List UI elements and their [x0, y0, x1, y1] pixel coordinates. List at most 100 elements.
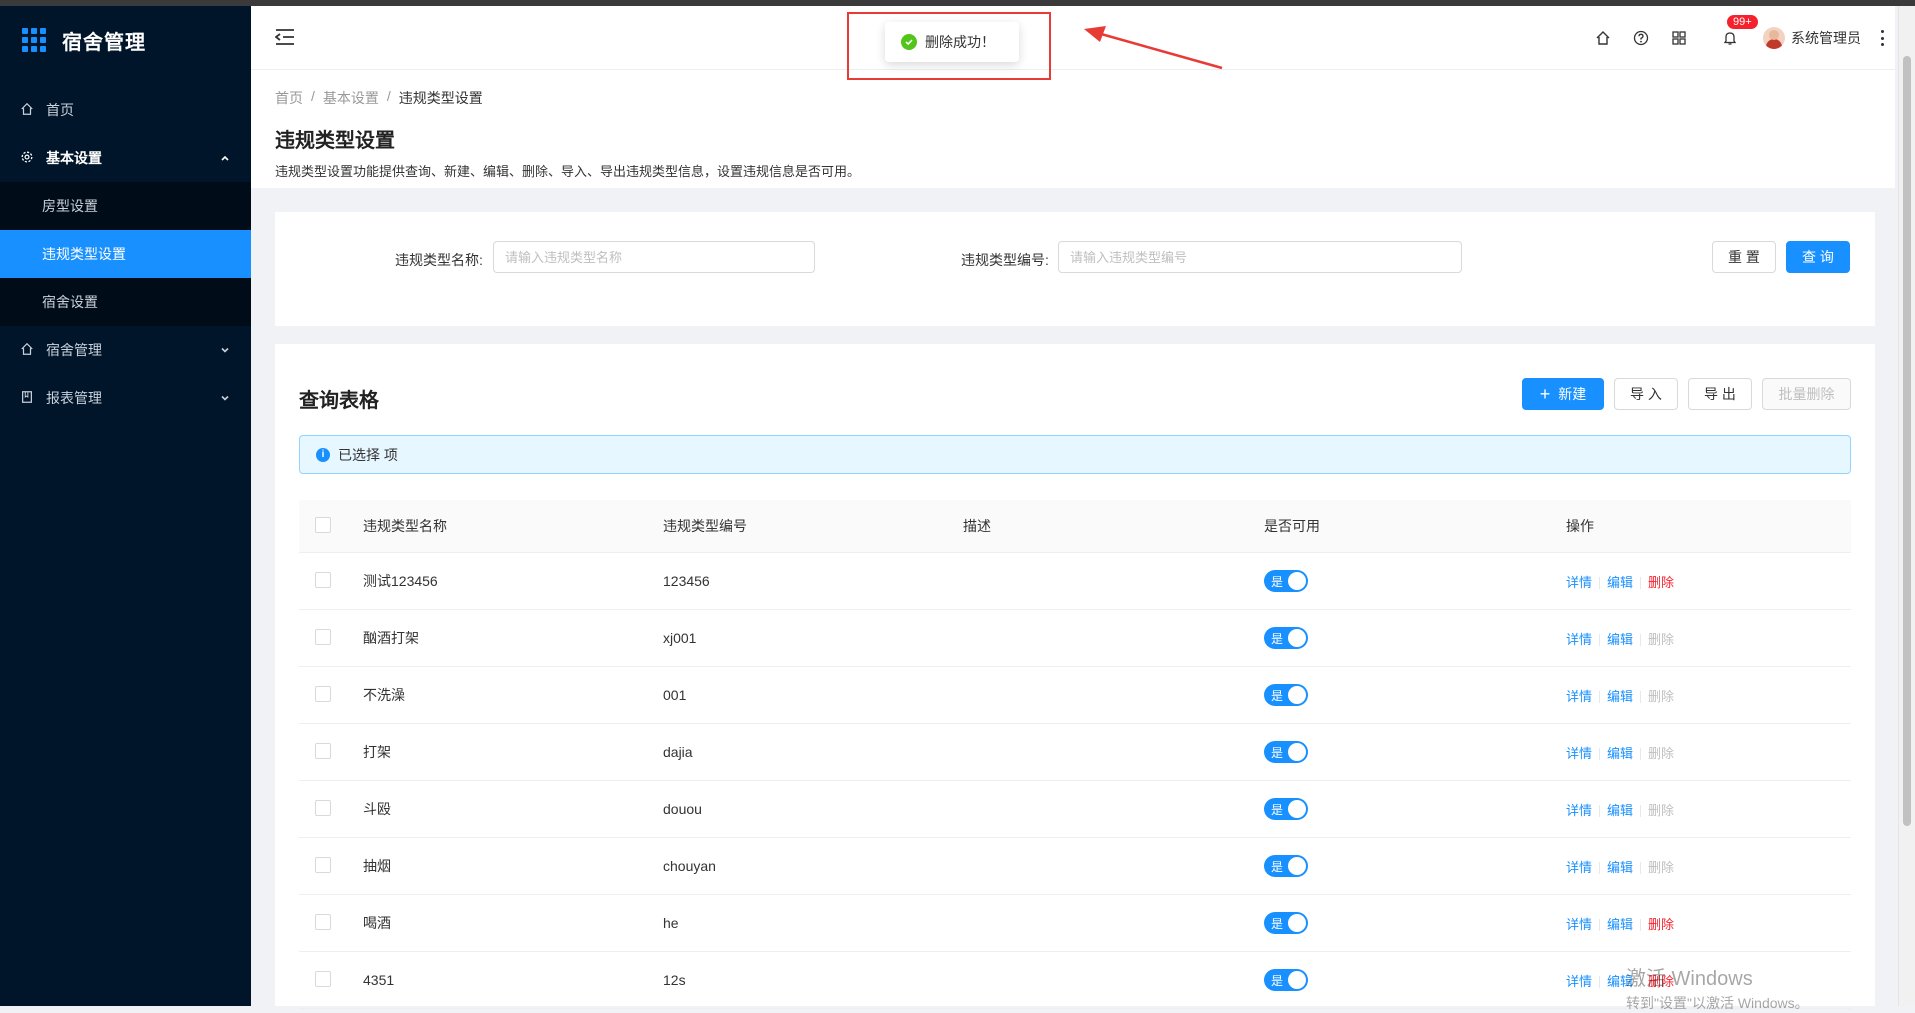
row-checkbox[interactable] — [315, 571, 331, 588]
op-divider — [1640, 576, 1642, 589]
help-icon[interactable] — [1631, 28, 1651, 48]
sidebar-item-dorm-settings[interactable]: 宿舍设置 — [0, 278, 251, 326]
detail-link[interactable]: 详情 — [1566, 860, 1592, 875]
edit-link[interactable]: 编辑 — [1607, 575, 1633, 590]
select-all-checkbox[interactable] — [315, 516, 331, 533]
edit-link[interactable]: 编辑 — [1607, 917, 1633, 932]
edit-link[interactable]: 编辑 — [1607, 860, 1633, 875]
detail-link[interactable]: 详情 — [1566, 974, 1592, 989]
edit-link[interactable]: 编辑 — [1607, 803, 1633, 818]
header-actions: 99+ 系统管理员 — [1584, 6, 1895, 70]
violation-code-input[interactable] — [1058, 241, 1462, 273]
detail-link[interactable]: 详情 — [1566, 746, 1592, 761]
op-divider — [1599, 918, 1601, 931]
op-divider — [1640, 918, 1642, 931]
sidebar-item-label: 宿舍管理 — [46, 342, 102, 358]
enabled-switch[interactable]: 是 — [1264, 741, 1308, 763]
enabled-switch[interactable]: 是 — [1264, 684, 1308, 706]
sidebar-item-home[interactable]: 首页 — [0, 86, 251, 134]
op-divider — [1640, 804, 1642, 817]
import-button[interactable]: 导 入 — [1614, 378, 1678, 410]
row-checkbox[interactable] — [315, 742, 331, 759]
cell-code: chouyan — [663, 858, 716, 874]
row-checkbox[interactable] — [315, 628, 331, 645]
notification-badge: 99+ — [1726, 14, 1759, 30]
row-checkbox[interactable] — [315, 856, 331, 873]
page-scrollbar[interactable] — [1898, 6, 1915, 1006]
switch-label: 是 — [1271, 973, 1284, 988]
column-header-description[interactable]: 描述 — [963, 516, 1264, 536]
breadcrumb-basic-settings[interactable]: 基本设置 — [323, 88, 379, 108]
info-icon: i — [316, 447, 330, 462]
cell-name: 酗酒打架 — [363, 630, 419, 646]
chevron-down-icon — [219, 391, 231, 403]
enabled-switch[interactable]: 是 — [1264, 798, 1308, 820]
edit-link[interactable]: 编辑 — [1607, 746, 1633, 761]
table-row: 打架 dajia 是 详情 编辑 删除 — [299, 724, 1851, 781]
detail-link[interactable]: 详情 — [1566, 575, 1592, 590]
sidebar-item-label: 房型设置 — [42, 198, 98, 214]
sidebar-item-basic-settings[interactable]: 基本设置 — [0, 134, 251, 182]
op-divider — [1599, 804, 1601, 817]
scrollbar-thumb[interactable] — [1903, 56, 1911, 826]
table-row: 酗酒打架 xj001 是 详情 编辑 删除 — [299, 610, 1851, 667]
delete-link[interactable]: 删除 — [1648, 575, 1674, 590]
op-divider — [1640, 747, 1642, 760]
home-icon[interactable] — [1593, 28, 1613, 48]
switch-label: 是 — [1271, 916, 1284, 931]
sidebar-item-label: 首页 — [46, 102, 74, 118]
row-checkbox[interactable] — [315, 970, 331, 987]
edit-link[interactable]: 编辑 — [1607, 974, 1633, 989]
enabled-switch[interactable]: 是 — [1264, 855, 1308, 877]
detail-link[interactable]: 详情 — [1566, 689, 1592, 704]
detail-link[interactable]: 详情 — [1566, 632, 1592, 647]
op-divider — [1599, 747, 1601, 760]
violation-name-label: 违规类型名称: — [395, 252, 483, 268]
cell-code: 001 — [663, 687, 687, 703]
table-row: 测试123456 123456 是 详情 编辑 删除 — [299, 553, 1851, 610]
row-checkbox[interactable] — [315, 913, 331, 930]
cell-code: 12s — [663, 972, 686, 988]
enabled-switch[interactable]: 是 — [1264, 570, 1308, 592]
user-menu[interactable]: 系统管理员 — [1763, 27, 1861, 49]
enabled-switch[interactable]: 是 — [1264, 912, 1308, 934]
bell-icon[interactable]: 99+ — [1720, 14, 1759, 48]
avatar — [1763, 27, 1785, 49]
apps-icon[interactable] — [1669, 28, 1689, 48]
sidebar-menu: 首页 基本设置 房型设置 违规类型设置 宿舍设置 宿舍管理 报表管理 — [0, 86, 251, 422]
delete-link[interactable]: 删除 — [1648, 974, 1674, 989]
cell-code: he — [663, 915, 679, 931]
violation-name-input[interactable] — [493, 241, 815, 273]
sidebar-item-room-type[interactable]: 房型设置 — [0, 182, 251, 230]
edit-link[interactable]: 编辑 — [1607, 632, 1633, 647]
menu-fold-icon[interactable] — [274, 28, 297, 48]
sidebar: 宿舍管理 首页 基本设置 房型设置 违规类型设置 宿舍设置 宿舍管理 报表管理 — [0, 6, 251, 1006]
detail-link[interactable]: 详情 — [1566, 803, 1592, 818]
sidebar-item-dorm-management[interactable]: 宿舍管理 — [0, 326, 251, 374]
enabled-switch[interactable]: 是 — [1264, 969, 1308, 991]
page-header: 首页 / 基本设置 / 违规类型设置 违规类型设置 违规类型设置功能提供查询、新… — [251, 70, 1895, 188]
detail-link[interactable]: 详情 — [1566, 917, 1592, 932]
sidebar-item-violation-type[interactable]: 违规类型设置 — [0, 230, 251, 278]
edit-link[interactable]: 编辑 — [1607, 689, 1633, 704]
new-button[interactable]: + 新建 — [1522, 378, 1604, 410]
sidebar-item-report-management[interactable]: 报表管理 — [0, 374, 251, 422]
sidebar-item-label: 宿舍设置 — [42, 294, 98, 310]
row-checkbox[interactable] — [315, 685, 331, 702]
sidebar-item-label: 报表管理 — [46, 390, 102, 406]
query-button[interactable]: 查 询 — [1786, 241, 1850, 273]
reset-button[interactable]: 重 置 — [1712, 241, 1776, 273]
table-body: 测试123456 123456 是详情 编辑 删除 酗酒打架 xj001 是详情 编辑 删除 不洗澡… — [299, 553, 1851, 1009]
column-header-name[interactable]: 违规类型名称 — [363, 516, 663, 536]
row-checkbox[interactable] — [315, 799, 331, 816]
export-button[interactable]: 导 出 — [1688, 378, 1752, 410]
more-vertical-icon[interactable] — [1881, 30, 1885, 46]
breadcrumb-home[interactable]: 首页 — [275, 88, 303, 108]
enabled-switch[interactable]: 是 — [1264, 627, 1308, 649]
column-header-code[interactable]: 违规类型编号 — [663, 516, 963, 536]
delete-link[interactable]: 删除 — [1648, 917, 1674, 932]
app-logo[interactable]: 宿舍管理 — [0, 6, 251, 74]
batch-delete-button[interactable]: 批量删除 — [1762, 378, 1851, 410]
column-header-enabled[interactable]: 是否可用 — [1264, 516, 1566, 536]
cell-name: 喝酒 — [363, 915, 391, 931]
